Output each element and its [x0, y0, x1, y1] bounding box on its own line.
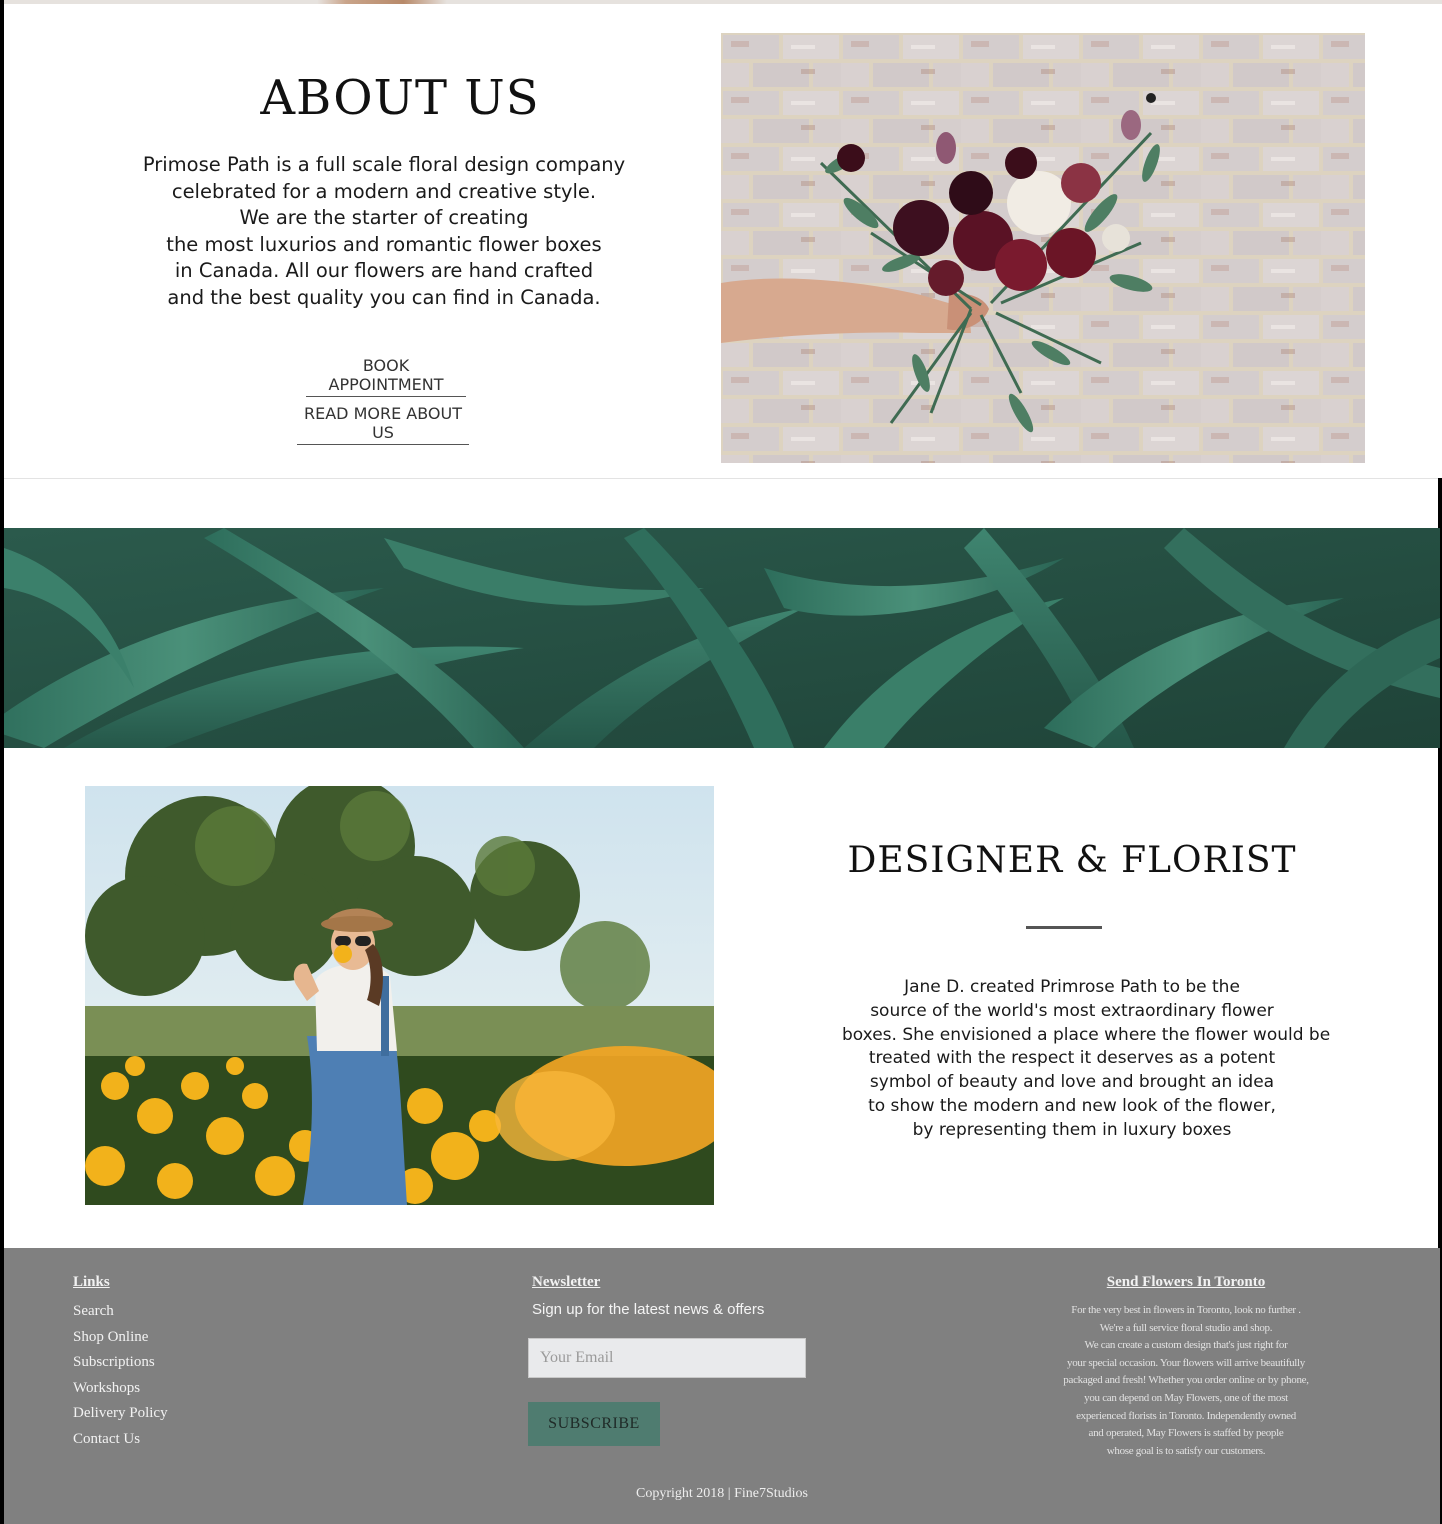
- designer-divider: [1026, 926, 1102, 929]
- about-title: ABOUT US: [260, 70, 540, 126]
- bouquet-photo: [721, 33, 1365, 463]
- subscribe-button[interactable]: SUBSCRIBE: [528, 1402, 660, 1446]
- about-paragraph-line: We are the starter of creating: [239, 206, 529, 230]
- send-flowers-line: and operated, May Flowers is staffed by …: [1088, 1427, 1284, 1440]
- about-paragraph-line: the most luxurios and romantic flower bo…: [166, 232, 602, 256]
- leaf-banner-image: [4, 528, 1440, 748]
- newsletter-heading[interactable]: Newsletter: [532, 1274, 600, 1291]
- footer-link-search[interactable]: Search: [73, 1301, 168, 1327]
- designer-paragraph-line: to show the modern and new look of the f…: [868, 1095, 1276, 1116]
- footer-link-contact-us[interactable]: Contact Us: [73, 1429, 168, 1455]
- send-flowers-line: your special occasion. Your flowers will…: [1067, 1356, 1305, 1369]
- send-flowers-line: We can create a custom design that's jus…: [1084, 1339, 1288, 1352]
- designer-paragraph-line: symbol of beauty and love and brought an…: [869, 1072, 1275, 1093]
- footer: Links Search Shop Online Subscriptions W…: [4, 1248, 1440, 1524]
- send-flowers-line: For the very best in flowers in Toronto,…: [1071, 1304, 1301, 1316]
- about-section: ABOUT US Primose Path is a full scale fl…: [4, 4, 1438, 479]
- send-flowers-line: you can depend on May Flowers, one of th…: [1084, 1391, 1288, 1404]
- footer-link-workshops[interactable]: Workshops: [73, 1378, 168, 1404]
- designer-paragraph-line: source of the world's most extraordinary…: [870, 1000, 1274, 1021]
- designer-paragraph-line: by representing them in luxury boxes: [912, 1119, 1232, 1140]
- designer-paragraph: Jane D. created Primrose Path to be the …: [842, 976, 1331, 1143]
- about-paragraph-line: and the best quality you can find in Can…: [167, 285, 601, 309]
- designer-paragraph-line: Jane D. created Primrose Path to be the: [904, 977, 1240, 997]
- send-flowers-line: We're a full service floral studio and s…: [1099, 1321, 1273, 1334]
- footer-link-subscriptions[interactable]: Subscriptions: [73, 1352, 168, 1378]
- designer-paragraph-line: boxes. She envisioned a place where the …: [842, 1024, 1331, 1045]
- newsletter-subtitle: Sign up for the latest news & offers: [532, 1301, 765, 1318]
- send-flowers-line: whose goal is to satisfy our customers.: [1106, 1444, 1266, 1457]
- footer-links-list: Search Shop Online Subscriptions Worksho…: [73, 1301, 168, 1455]
- send-flowers-line: experienced florists in Toronto. Indepen…: [1076, 1409, 1296, 1422]
- designer-paragraph-line: treated with the respect it deserves as …: [868, 1048, 1276, 1069]
- about-paragraph-line: Primose Path is a full scale floral desi…: [142, 153, 626, 176]
- book-appointment-link[interactable]: BOOK APPOINTMENT: [306, 356, 466, 397]
- footer-link-delivery-policy[interactable]: Delivery Policy: [73, 1403, 168, 1429]
- links-heading[interactable]: Links: [73, 1274, 110, 1291]
- copyright-text: Copyright 2018 | Fine7Studios: [636, 1486, 808, 1501]
- about-paragraph: Primose Path is a full scale floral desi…: [134, 152, 634, 312]
- about-paragraph-line: celebrated for a modern and creative sty…: [171, 179, 597, 203]
- read-more-about-us-link[interactable]: READ MORE ABOUT US: [297, 404, 469, 445]
- designer-florist-title: DESIGNER & FLORIST: [847, 840, 1297, 881]
- send-flowers-heading[interactable]: Send Flowers In Toronto: [1066, 1274, 1306, 1291]
- footer-link-shop-online[interactable]: Shop Online: [73, 1327, 168, 1353]
- woman-in-marigold-field-photo: [85, 786, 714, 1205]
- about-paragraph-line: in Canada. All our flowers are hand craf…: [174, 259, 594, 283]
- send-flowers-description: For the very best in flowers in Toronto,…: [1044, 1302, 1328, 1460]
- newsletter-email-input[interactable]: [528, 1338, 806, 1378]
- send-flowers-line: packaged and fresh! Whether you order on…: [1063, 1374, 1309, 1387]
